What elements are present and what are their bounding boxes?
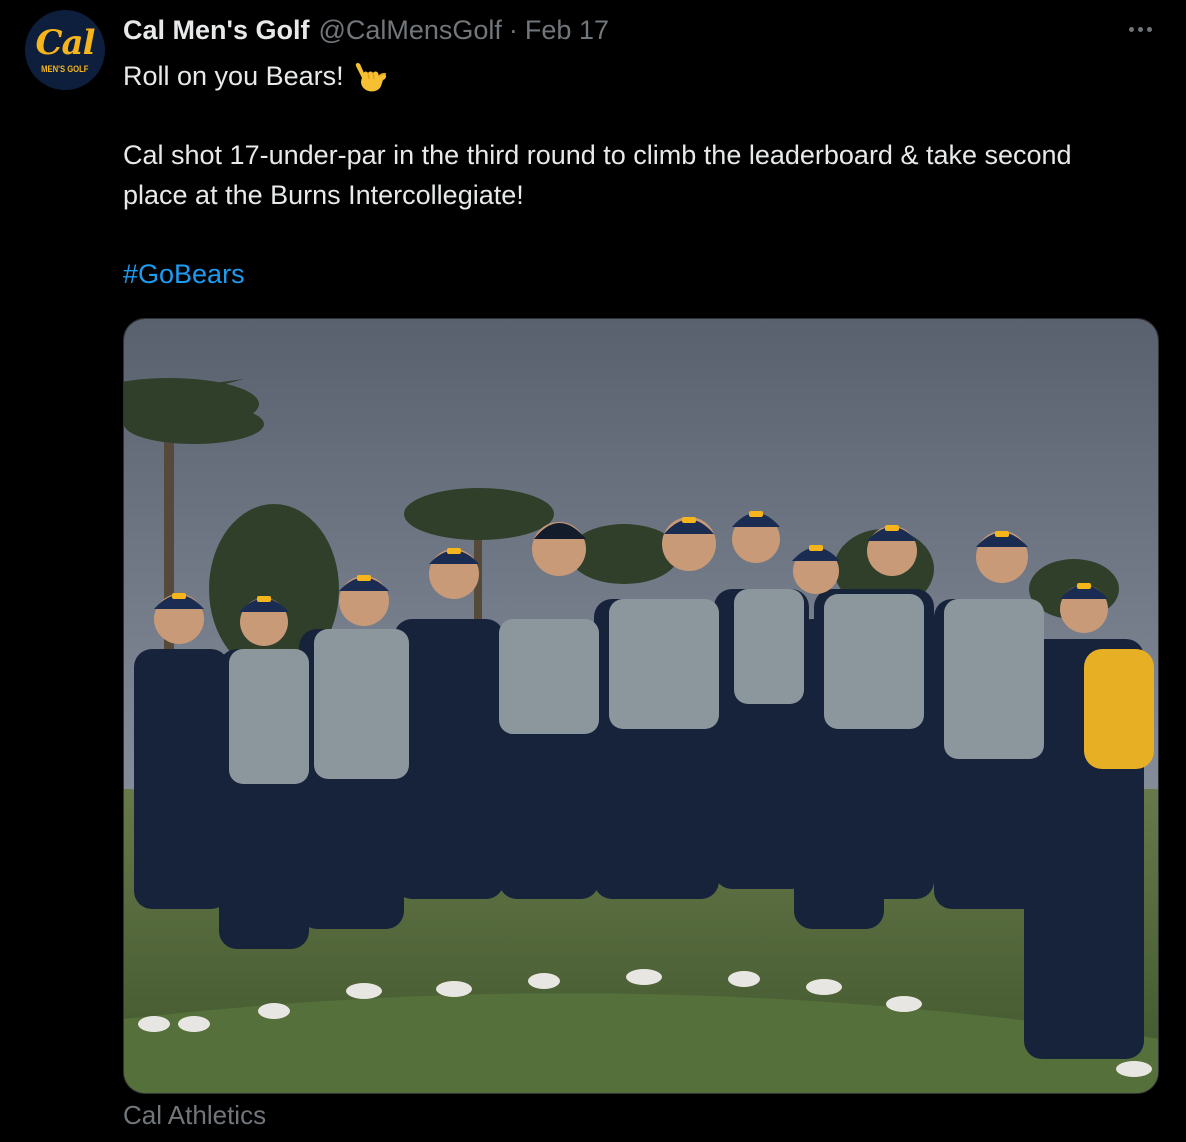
tweet-text-line-2: Cal shot 17-under-par in the third round… <box>123 140 1072 210</box>
header-separator: · <box>508 14 518 45</box>
tweet-text-line-1: Roll on you Bears! <box>123 56 1133 96</box>
call-me-hand-emoji-icon <box>350 56 390 96</box>
author-handle[interactable]: @CalMensGolf <box>318 15 501 46</box>
avatar-logo-subtext: MEN'S GOLF <box>41 64 89 74</box>
photo-credit: Cal Athletics <box>123 1100 267 1130</box>
more-horizontal-icon-dot <box>1137 26 1143 32</box>
more-horizontal-icon-dot <box>1128 26 1134 32</box>
author-name[interactable]: Cal Men's Golf <box>123 15 309 46</box>
tweet-text-intro: Roll on you Bears! <box>123 61 344 91</box>
tweet-photo[interactable] <box>123 318 1159 1094</box>
more-options-button[interactable] <box>1120 14 1160 44</box>
tweet-date[interactable]: Feb 17 <box>525 15 609 46</box>
avatar[interactable]: Cal MEN'S GOLF <box>25 10 105 90</box>
tweet-header: Cal Men's Golf @CalMensGolf · Feb 17 <box>123 12 609 48</box>
hashtag-link[interactable]: #GoBears <box>123 254 1133 294</box>
more-horizontal-icon-dot <box>1146 26 1152 32</box>
avatar-logo-text: Cal <box>35 23 95 63</box>
tweet[interactable]: Cal MEN'S GOLF Cal Men's Golf @CalMensGo… <box>0 0 1186 1142</box>
team-photo-illustration <box>124 319 1158 1093</box>
